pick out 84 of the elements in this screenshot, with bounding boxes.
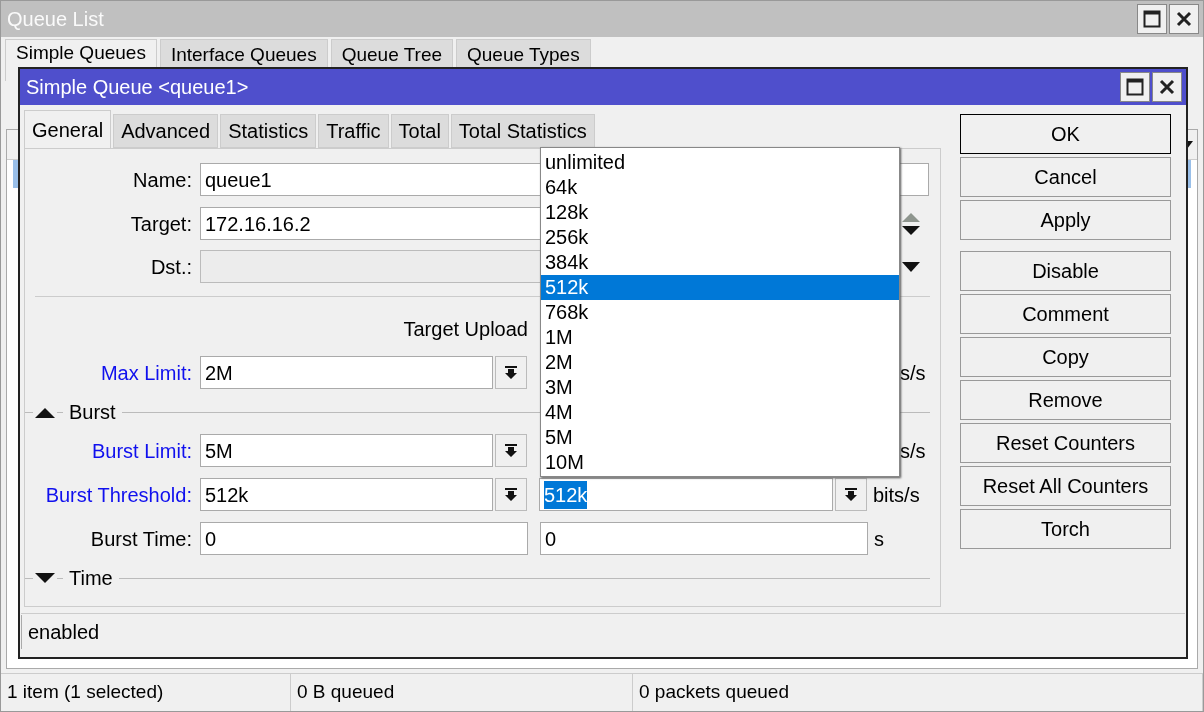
tab[interactable]: Total Statistics	[450, 114, 595, 148]
status-cell: 0 B queued	[291, 674, 633, 711]
input-field[interactable]: 0	[200, 522, 528, 555]
field-label: Dst.:	[149, 254, 193, 280]
close-button[interactable]	[1152, 72, 1182, 102]
window-title: Queue List	[7, 7, 104, 32]
arrow-down-icon	[844, 487, 858, 502]
dropdown-button[interactable]	[495, 478, 527, 511]
dialog-button[interactable]: OK	[960, 114, 1171, 154]
column-heading: Target Upload	[402, 317, 528, 342]
field-label: Name:	[132, 167, 193, 193]
field-label: Burst Limit:	[90, 438, 193, 464]
dropdown-option[interactable]: 10M	[541, 450, 899, 475]
expand-button[interactable]	[33, 572, 57, 584]
dropdown-button[interactable]	[495, 434, 527, 467]
triangle-down-icon	[35, 572, 55, 584]
tab[interactable]: Traffic	[318, 114, 389, 148]
dialog-button[interactable]: Comment	[960, 294, 1171, 334]
dropdown-option[interactable]: 2M	[541, 350, 899, 375]
field-value: 172.16.16.2	[205, 211, 311, 237]
maximize-button[interactable]	[1120, 72, 1150, 102]
dropdown-option[interactable]: 512k	[541, 275, 899, 300]
input-field[interactable]: 512k	[200, 478, 493, 511]
input-field[interactable]: 0	[540, 522, 868, 555]
maximize-button[interactable]	[1137, 4, 1167, 34]
dialog-button[interactable]: Apply	[960, 200, 1171, 240]
dialog-button[interactable]: Reset All Counters	[960, 466, 1171, 506]
dropdown-button[interactable]	[495, 356, 527, 389]
maximize-icon	[1126, 78, 1144, 96]
arrow-down-icon	[504, 443, 518, 458]
dialog-button[interactable]: Torch	[960, 509, 1171, 549]
tab[interactable]: General	[24, 110, 112, 148]
field-value: queue1	[205, 167, 272, 193]
dropdown-button[interactable]	[835, 478, 867, 511]
dialog-button[interactable]: Cancel	[960, 157, 1171, 197]
dropdown-option[interactable]: unlimited	[541, 150, 899, 175]
triangle-down-icon	[901, 260, 921, 273]
arrow-down-icon	[504, 365, 518, 380]
field-label: Burst Threshold:	[44, 482, 193, 508]
unit-label: s/s	[900, 360, 926, 386]
tab[interactable]: Statistics	[220, 114, 317, 148]
field-value: 2M	[205, 360, 233, 386]
dropdown-option[interactable]: 384k	[541, 250, 899, 275]
dropdown-option[interactable]: 768k	[541, 300, 899, 325]
status-cell: 0 packets queued	[633, 674, 1203, 711]
dropdown-option[interactable]: 256k	[541, 225, 899, 250]
dropdown-option[interactable]: 128k	[541, 200, 899, 225]
dropdown-option[interactable]: 3M	[541, 375, 899, 400]
unit-label: bits/s	[873, 482, 920, 508]
input-field[interactable]: 512k	[539, 478, 833, 511]
dropdown-option[interactable]: 5M	[541, 425, 899, 450]
unit-label: s	[874, 526, 884, 552]
dropdown-option[interactable]: 1M	[541, 325, 899, 350]
triangle-up-icon	[35, 406, 55, 418]
status-cell: 1 item (1 selected)	[1, 674, 291, 711]
field-label: Target:	[129, 211, 193, 237]
arrow-down-icon	[504, 487, 518, 502]
field-value: 512k	[205, 482, 249, 508]
close-button[interactable]	[1169, 4, 1199, 34]
field-value: 512k	[544, 480, 588, 509]
maximize-icon	[1143, 10, 1161, 28]
dialog-button[interactable]: Copy	[960, 337, 1171, 377]
close-icon	[1159, 79, 1175, 95]
dialog-button[interactable]: Disable	[960, 251, 1171, 291]
dialog-button[interactable]: Remove	[960, 380, 1171, 420]
collapse-button[interactable]	[33, 406, 57, 418]
input-field[interactable]: 2M	[200, 356, 493, 389]
field-value: 0	[205, 526, 217, 552]
tab[interactable]: Total	[390, 114, 449, 148]
section-title: Time	[68, 566, 114, 591]
unit-label: s/s	[900, 438, 926, 464]
field-value: 0	[545, 526, 557, 552]
status-text: enabled	[21, 614, 1179, 649]
input-field[interactable]: 5M	[200, 434, 493, 467]
field-label: Max Limit:	[99, 360, 193, 386]
dropdown-option[interactable]: 4M	[541, 400, 899, 425]
dropdown-option[interactable]: 64k	[541, 175, 899, 200]
field-label: Burst Time:	[89, 526, 193, 552]
close-icon	[1176, 11, 1192, 27]
up-down-icon	[901, 210, 921, 237]
section-title: Burst	[68, 400, 117, 425]
dialog-button[interactable]: Reset Counters	[960, 423, 1171, 463]
tab[interactable]: Advanced	[113, 114, 219, 148]
field-value: 5M	[205, 438, 233, 464]
